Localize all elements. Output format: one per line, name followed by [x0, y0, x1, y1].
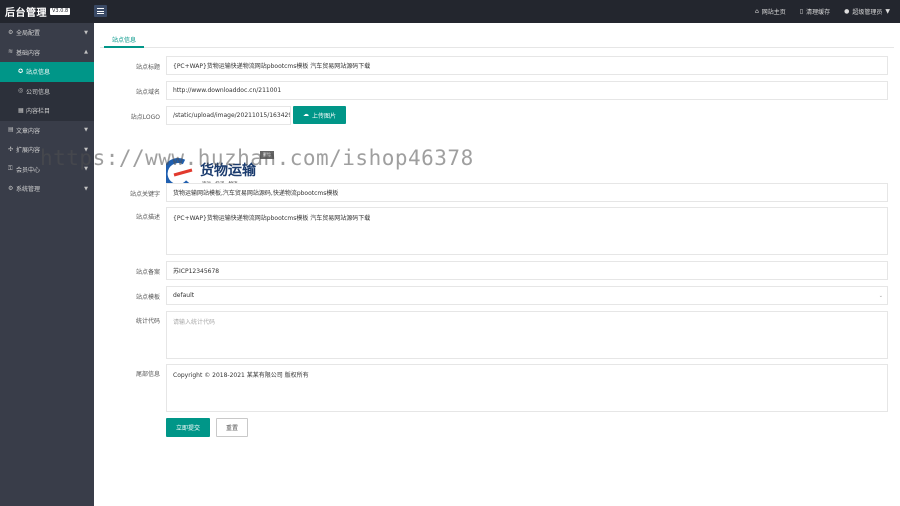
template-selected-value: default: [173, 292, 195, 299]
trash-icon: ▯: [799, 7, 804, 15]
sidebar-subitem-label: 内容栏目: [26, 108, 51, 116]
site-domain-input[interactable]: http://www.downloaddoc.cn/211001: [166, 81, 888, 100]
app-logo[interactable]: 后台管理 V3.0.8: [0, 0, 94, 23]
sidebar: ⚙ 全局配置 ▼ ≋ 基础内容 ▲ ✪ 站点信息 ◎ 公司信息 ▦ 内容栏目 ▤…: [0, 23, 94, 506]
sidebar-item-label: 系统管理: [16, 186, 41, 194]
home-icon: ⌂: [754, 7, 759, 15]
submit-button[interactable]: 立即提交: [166, 418, 210, 437]
top-nav: ⌂ 网站主页 ▯ 清理缓存 ● 超级管理员 ▼: [755, 0, 890, 23]
template-select[interactable]: default ⌄: [166, 286, 888, 305]
hamburger-icon-line: [97, 10, 104, 12]
sidebar-subitem-company-info[interactable]: ◎ 公司信息: [0, 82, 94, 102]
stats-code-textarea[interactable]: 请输入统计代码: [166, 311, 888, 359]
icp-label: 站点备案: [135, 269, 160, 276]
reset-button[interactable]: 重置: [216, 418, 248, 437]
sidebar-subitem-label: 公司信息: [26, 88, 51, 96]
user-icon: ●: [844, 7, 850, 15]
menu-toggle-button[interactable]: [94, 5, 107, 17]
hamburger-icon: [97, 8, 104, 9]
top-nav-clear-cache-label: 清理缓存: [806, 9, 831, 16]
sidebar-item-label: 会员中心: [16, 166, 41, 174]
sidebar-item-basic-content[interactable]: ≋ 基础内容 ▲: [0, 43, 94, 63]
footer-textarea[interactable]: Copyright © 2018-2021 某某有限公司 版权所有: [166, 364, 888, 412]
sidebar-submenu: ✪ 站点信息 ◎ 公司信息 ▦ 内容栏目: [0, 62, 94, 121]
sidebar-item-article-content[interactable]: ▤ 文章内容 ▼: [0, 121, 94, 141]
sidebar-item-global-config[interactable]: ⚙ 全局配置 ▼: [0, 23, 94, 43]
top-nav-home[interactable]: ⌂ 网站主页: [755, 7, 786, 16]
sidebar-item-label: 基础内容: [16, 49, 41, 57]
tab-bar: 站点信息: [100, 34, 894, 48]
layers-icon: ≋: [8, 48, 14, 56]
upload-image-label: 上传图片: [311, 112, 336, 120]
top-nav-home-label: 网站主页: [761, 9, 786, 16]
keywords-input[interactable]: 货物运输网站模板,汽车贸易网站源码,快递物流pbootcms模板: [166, 183, 888, 202]
stats-code-label: 统计代码: [135, 318, 160, 325]
hamburger-icon-line: [97, 13, 104, 14]
lock-icon: ⚿: [8, 165, 13, 173]
settings-icon: ⚙: [8, 184, 14, 192]
app-title: 后台管理: [5, 8, 47, 19]
footer-label: 尾部信息: [135, 371, 160, 378]
icp-input[interactable]: 苏ICP12345678: [166, 261, 888, 280]
site-title-input[interactable]: {PC+WAP}货物运输快递物流网站pbootcms模板 汽车贸易网站源码下载: [166, 56, 888, 75]
circle-gear-icon: ✪: [18, 67, 24, 75]
top-nav-user-menu[interactable]: ● 超级管理员 ▼: [844, 7, 890, 16]
copy-icon: ◎: [18, 87, 24, 95]
sidebar-subitem-content-columns[interactable]: ▦ 内容栏目: [0, 101, 94, 121]
site-domain-label: 站点域名: [135, 89, 160, 96]
site-logo-input[interactable]: /static/upload/image/20211015/163429: [166, 106, 291, 125]
sidebar-item-label: 文章内容: [16, 127, 41, 135]
template-label: 站点模板: [135, 294, 160, 301]
sidebar-item-system-management[interactable]: ⚙ 系统管理 ▼: [0, 179, 94, 199]
grid-icon: ▦: [18, 106, 24, 114]
chevron-down-icon: ▼: [84, 29, 88, 36]
main-content: 站点信息 站点标题 {PC+WAP}货物运输快递物流网站pbootcms模板 汽…: [94, 23, 900, 506]
sidebar-subitem-site-info[interactable]: ✪ 站点信息: [0, 62, 94, 82]
sidebar-item-label: 扩展内容: [16, 147, 41, 155]
caret-down-icon: ▼: [885, 7, 890, 15]
site-title-label: 站点标题: [135, 64, 160, 71]
cloud-upload-icon: ☁: [302, 111, 309, 118]
sidebar-item-label: 全局配置: [16, 30, 41, 38]
chevron-down-icon: ▼: [84, 185, 88, 192]
description-textarea[interactable]: {PC+WAP}货物运输快递物流网站pbootcms模板 汽车贸易网站源码下载: [166, 207, 888, 255]
top-nav-clear-cache[interactable]: ▯ 清理缓存: [800, 7, 830, 16]
chevron-down-icon: ⌄: [878, 293, 883, 299]
gear-icon: ⚙: [8, 28, 14, 36]
top-nav-user-label: 超级管理员: [852, 9, 883, 16]
version-badge: V3.0.8: [50, 8, 71, 15]
chevron-up-icon: ▲: [84, 49, 88, 56]
puzzle-icon: ✣: [8, 145, 14, 153]
tab-site-info[interactable]: 站点信息: [104, 34, 145, 48]
top-bar: 后台管理 V3.0.8 ⌂ 网站主页 ▯ 清理缓存 ● 超级管理员 ▼: [0, 0, 900, 23]
upload-image-button[interactable]: ☁ 上传图片: [293, 106, 346, 124]
sidebar-subitem-label: 站点信息: [26, 69, 51, 77]
description-label: 站点描述: [135, 214, 160, 221]
keywords-label: 站点关键字: [129, 191, 160, 198]
chevron-down-icon: ▼: [84, 127, 88, 134]
file-icon: ▤: [8, 126, 14, 134]
watermark-text: https://www.huzhan.com/ishop46378: [40, 146, 474, 170]
site-logo-label: 站点LOGO: [130, 114, 160, 121]
